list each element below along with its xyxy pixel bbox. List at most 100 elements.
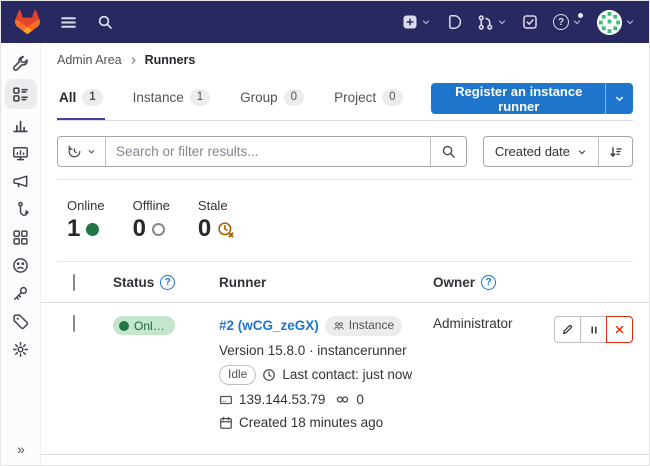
idle-badge: Idle	[219, 365, 256, 385]
sort-direction-button[interactable]	[599, 137, 632, 166]
edit-runner-button[interactable]	[554, 316, 581, 343]
label-tag-icon	[12, 313, 29, 330]
help-menu-button[interactable]: ?	[553, 14, 582, 30]
jobs-count-text: 0	[356, 391, 364, 409]
created-text: Created 18 minutes ago	[239, 414, 383, 432]
pause-runner-button[interactable]	[580, 316, 607, 343]
stat-offline-value: 0	[133, 217, 146, 241]
stat-stale: Stale 0	[198, 198, 234, 241]
issues-shortcut-icon[interactable]	[446, 14, 462, 30]
sidebar-expand-button[interactable]: »	[1, 441, 41, 457]
sidebar-item-applications[interactable]	[5, 223, 37, 251]
tab-project[interactable]: Project 0	[332, 77, 404, 120]
owner-link[interactable]: Administrator	[433, 316, 513, 331]
row-select-checkbox[interactable]	[73, 315, 75, 332]
stat-online-label: Online	[67, 198, 105, 213]
tab-group-label: Group	[240, 90, 278, 105]
gear-icon	[12, 341, 29, 358]
stat-online: Online 1	[67, 198, 105, 241]
notification-dot	[577, 12, 584, 19]
runner-type-tabs: All 1 Instance 1 Group 0 Project 0 Regis…	[57, 77, 633, 121]
merge-request-icon	[477, 14, 494, 31]
sidebar-item-deploy-keys[interactable]	[5, 279, 37, 307]
monitor-icon	[12, 145, 29, 162]
new-menu-button[interactable]	[402, 14, 431, 30]
filter-toolbar: Created date	[41, 121, 649, 179]
runner-column-header: Runner	[219, 275, 266, 290]
sidebar-item-overview[interactable]	[5, 79, 37, 109]
register-instance-runner-button[interactable]: Register an instance runner	[431, 83, 634, 114]
runner-version-text: Version 15.8.0 · instancerunner	[219, 342, 407, 360]
sort-by-dropdown[interactable]: Created date	[484, 137, 599, 166]
tab-project-count: 0	[382, 89, 402, 106]
status-column-header: Status	[113, 275, 154, 290]
search-filter-control	[57, 136, 467, 167]
runner-name-link[interactable]: #2 (wCG_zeGX)	[219, 317, 319, 335]
online-dot-icon	[119, 321, 129, 331]
key-icon	[12, 285, 29, 302]
plus-square-icon	[402, 14, 418, 30]
close-x-icon	[613, 323, 626, 336]
applications-grid-icon	[12, 229, 29, 246]
gitlab-logo[interactable]	[15, 10, 40, 34]
tab-instance[interactable]: Instance 1	[131, 77, 212, 120]
select-all-checkbox[interactable]	[73, 274, 75, 291]
filter-history-button[interactable]	[58, 137, 106, 166]
delete-runner-button[interactable]	[606, 316, 633, 343]
search-icon[interactable]	[97, 14, 113, 30]
admin-sidebar: »	[1, 43, 41, 465]
status-badge-label: Online	[134, 319, 167, 333]
search-input[interactable]	[106, 137, 430, 166]
tab-all-label: All	[59, 90, 76, 105]
gitlab-admin-runners-page: ?	[0, 0, 650, 466]
user-menu-button[interactable]	[597, 10, 635, 35]
sidebar-item-system-hooks[interactable]	[5, 195, 37, 223]
register-button-label: Register an instance runner	[443, 84, 606, 114]
runners-table-header: Status ? Runner Owner ?	[41, 262, 649, 303]
help-question-icon: ?	[553, 14, 569, 30]
tab-project-label: Project	[334, 90, 376, 105]
stat-stale-value: 0	[198, 217, 211, 241]
tab-all-count: 1	[82, 89, 102, 106]
bar-chart-icon	[12, 117, 29, 134]
runner-table-row: Online #2 (wCG_zeGX) Instance Version 15…	[41, 303, 649, 455]
search-icon	[441, 144, 456, 159]
owner-help-icon[interactable]: ?	[481, 275, 496, 290]
offline-status-icon	[152, 223, 165, 236]
pause-icon	[588, 324, 600, 336]
sidebar-item-messages[interactable]	[5, 167, 37, 195]
tab-group[interactable]: Group 0	[238, 77, 306, 120]
stat-offline: Offline 0	[133, 198, 170, 241]
chevron-down-icon	[497, 17, 507, 27]
runner-actions	[554, 316, 633, 343]
breadcrumb-admin-area[interactable]: Admin Area	[57, 53, 122, 67]
tab-all[interactable]: All 1	[57, 77, 105, 120]
status-help-icon[interactable]: ?	[160, 275, 175, 290]
pencil-icon	[561, 323, 574, 336]
tab-instance-count: 1	[190, 89, 210, 106]
sidebar-item-analytics[interactable]	[5, 111, 37, 139]
hook-icon	[12, 201, 29, 218]
hamburger-menu-icon[interactable]	[60, 14, 77, 31]
breadcrumb-chevron-icon	[129, 56, 138, 65]
users-icon	[333, 320, 345, 332]
owner-column-header: Owner	[433, 275, 475, 290]
sidebar-item-abuse-reports[interactable]	[5, 251, 37, 279]
calendar-icon	[219, 416, 233, 430]
sidebar-item-labels[interactable]	[5, 307, 37, 335]
sort-control: Created date	[483, 136, 633, 167]
merge-requests-menu-button[interactable]	[477, 14, 507, 31]
sidebar-item-monitoring[interactable]	[5, 139, 37, 167]
top-navigation-bar: ?	[1, 1, 649, 43]
main-content: Admin Area Runners All 1 Instance 1 Grou…	[41, 43, 649, 465]
todo-list-icon[interactable]	[522, 14, 538, 30]
clock-icon	[262, 368, 276, 382]
sort-by-label: Created date	[495, 144, 570, 159]
last-contact-text: Last contact: just now	[282, 366, 412, 384]
sidebar-item-admin-area[interactable]	[5, 49, 37, 77]
tab-group-count: 0	[284, 89, 304, 106]
tab-instance-label: Instance	[133, 90, 184, 105]
search-submit-button[interactable]	[430, 137, 466, 166]
sidebar-item-settings[interactable]	[5, 335, 37, 363]
megaphone-icon	[12, 173, 29, 190]
